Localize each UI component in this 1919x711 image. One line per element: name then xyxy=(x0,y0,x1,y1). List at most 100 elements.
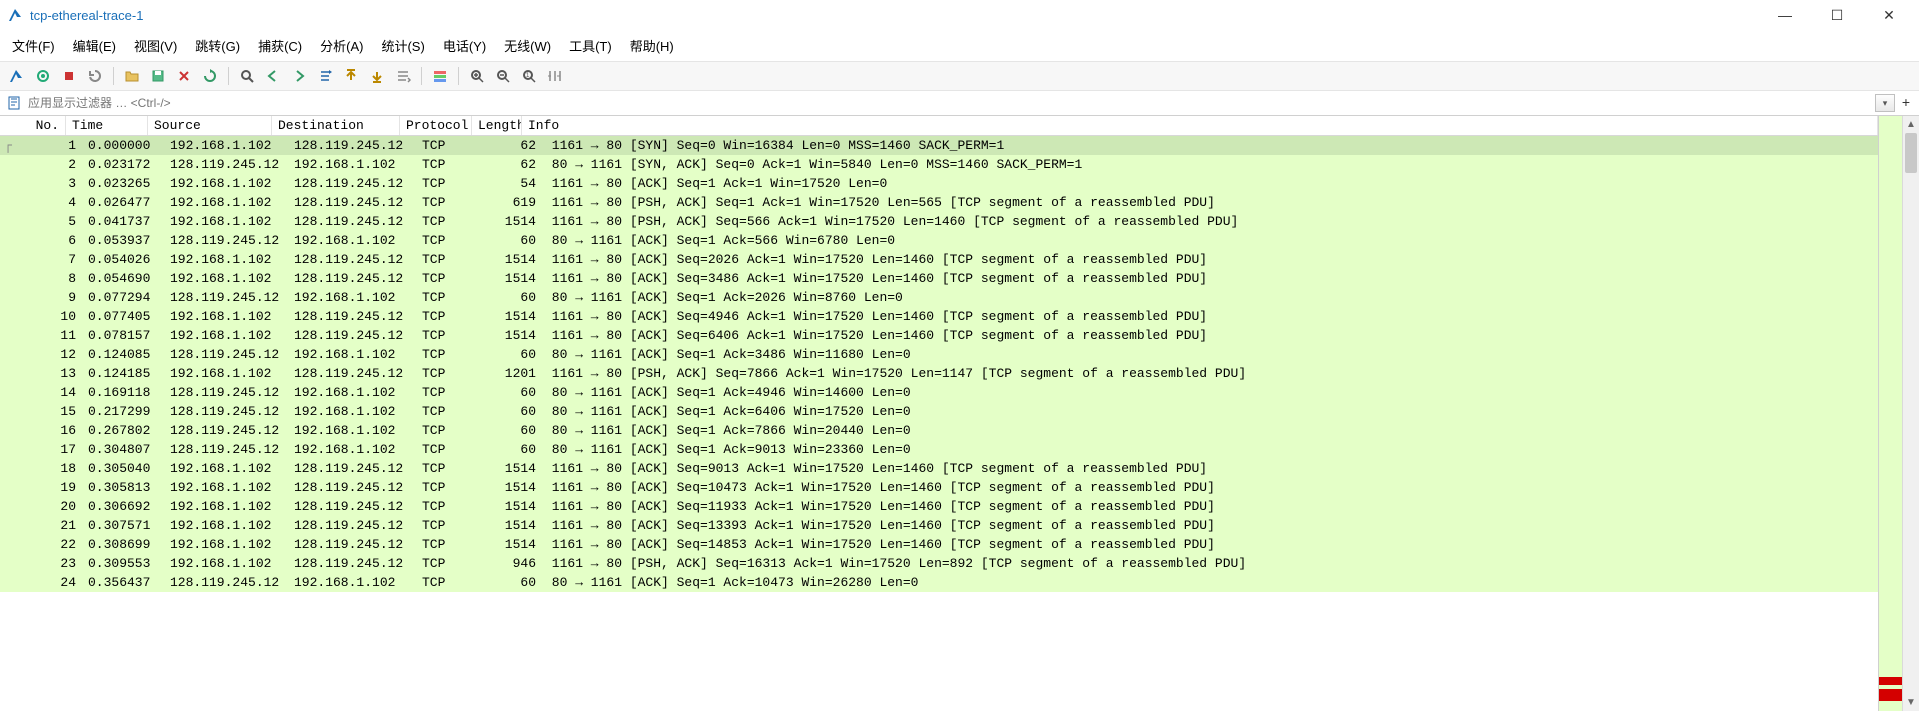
menu-go[interactable]: 跳转(G) xyxy=(191,34,244,57)
cell-time: 0.309553 xyxy=(82,555,164,572)
header-destination[interactable]: Destination xyxy=(272,116,400,135)
go-back-icon[interactable] xyxy=(262,65,284,87)
header-info[interactable]: Info xyxy=(522,116,1878,135)
cell-source: 192.168.1.102 xyxy=(164,137,288,154)
menu-bar: 文件(F) 编辑(E) 视图(V) 跳转(G) 捕获(C) 分析(A) 统计(S… xyxy=(0,30,1919,61)
packet-row[interactable]: ┌10.000000192.168.1.102128.119.245.12TCP… xyxy=(0,136,1878,155)
packet-rows[interactable]: ┌10.000000192.168.1.102128.119.245.12TCP… xyxy=(0,136,1878,711)
packet-row[interactable]: 160.267802128.119.245.12192.168.1.102TCP… xyxy=(0,421,1878,440)
reload-icon[interactable] xyxy=(199,65,221,87)
go-first-icon[interactable] xyxy=(340,65,362,87)
packet-list-pane: No. Time Source Destination Protocol Len… xyxy=(0,116,1919,711)
column-headers[interactable]: No. Time Source Destination Protocol Len… xyxy=(0,116,1878,136)
resize-columns-icon[interactable] xyxy=(544,65,566,87)
cell-protocol: TCP xyxy=(416,441,488,458)
bookmark-filter-icon[interactable] xyxy=(4,93,24,113)
zoom-in-icon[interactable] xyxy=(466,65,488,87)
display-filter-input[interactable] xyxy=(24,94,1875,112)
packet-row[interactable]: 30.023265192.168.1.102128.119.245.12TCP5… xyxy=(0,174,1878,193)
menu-tools[interactable]: 工具(T) xyxy=(565,34,616,57)
tree-mark-icon: ┌ xyxy=(0,138,16,153)
cell-length: 1514 xyxy=(488,327,538,344)
save-icon[interactable] xyxy=(147,65,169,87)
find-icon[interactable] xyxy=(236,65,258,87)
cell-source: 192.168.1.102 xyxy=(164,479,288,496)
zoom-out-icon[interactable] xyxy=(492,65,514,87)
packet-row[interactable]: 190.305813192.168.1.102128.119.245.12TCP… xyxy=(0,478,1878,497)
packet-row[interactable]: 240.356437128.119.245.12192.168.1.102TCP… xyxy=(0,573,1878,592)
scroll-thumb[interactable] xyxy=(1905,133,1917,173)
header-length[interactable]: Length xyxy=(472,116,522,135)
packet-row[interactable]: 140.169118128.119.245.12192.168.1.102TCP… xyxy=(0,383,1878,402)
packet-row[interactable]: 180.305040192.168.1.102128.119.245.12TCP… xyxy=(0,459,1878,478)
tree-mark-icon xyxy=(0,176,16,191)
vertical-scrollbar[interactable]: ▲ ▼ xyxy=(1902,116,1919,711)
packet-row[interactable]: 200.306692192.168.1.102128.119.245.12TCP… xyxy=(0,497,1878,516)
maximize-button[interactable]: ☐ xyxy=(1823,7,1851,24)
packet-row[interactable]: 80.054690192.168.1.102128.119.245.12TCP1… xyxy=(0,269,1878,288)
menu-help[interactable]: 帮助(H) xyxy=(626,34,678,57)
capture-options-icon[interactable] xyxy=(32,65,54,87)
menu-wireless[interactable]: 无线(W) xyxy=(500,34,555,57)
close-button[interactable]: ✕ xyxy=(1875,7,1903,24)
zoom-reset-icon[interactable]: 1 xyxy=(518,65,540,87)
cell-info: 80 → 1161 [ACK] Seq=1 Ack=566 Win=6780 L… xyxy=(538,232,1878,249)
scroll-up-icon[interactable]: ▲ xyxy=(1903,116,1919,133)
menu-edit[interactable]: 编辑(E) xyxy=(69,34,120,57)
cell-length: 1514 xyxy=(488,536,538,553)
cell-info: 1161 → 80 [SYN] Seq=0 Win=16384 Len=0 MS… xyxy=(538,137,1878,154)
restart-capture-icon[interactable] xyxy=(84,65,106,87)
cell-length: 619 xyxy=(488,194,538,211)
packet-row[interactable]: 120.124085128.119.245.12192.168.1.102TCP… xyxy=(0,345,1878,364)
cell-time: 0.305040 xyxy=(82,460,164,477)
cell-length: 1514 xyxy=(488,308,538,325)
cell-destination: 192.168.1.102 xyxy=(288,346,416,363)
tree-mark-icon xyxy=(0,271,16,286)
tree-mark-icon xyxy=(0,328,16,343)
close-file-icon[interactable] xyxy=(173,65,195,87)
packet-row[interactable]: 40.026477192.168.1.102128.119.245.12TCP6… xyxy=(0,193,1878,212)
packet-row[interactable]: 130.124185192.168.1.102128.119.245.12TCP… xyxy=(0,364,1878,383)
packet-row[interactable]: 20.023172128.119.245.12192.168.1.102TCP6… xyxy=(0,155,1878,174)
go-forward-icon[interactable] xyxy=(288,65,310,87)
menu-telephony[interactable]: 电话(Y) xyxy=(439,34,490,57)
add-filter-button[interactable]: + xyxy=(1897,94,1915,112)
tree-mark-icon xyxy=(0,537,16,552)
toolbar-separator xyxy=(421,67,422,85)
header-source[interactable]: Source xyxy=(148,116,272,135)
menu-capture[interactable]: 捕获(C) xyxy=(254,34,306,57)
packet-row[interactable]: 90.077294128.119.245.12192.168.1.102TCP6… xyxy=(0,288,1878,307)
cell-info: 1161 → 80 [ACK] Seq=1 Ack=1 Win=17520 Le… xyxy=(538,175,1878,192)
packet-row[interactable]: 210.307571192.168.1.102128.119.245.12TCP… xyxy=(0,516,1878,535)
start-capture-icon[interactable] xyxy=(58,65,80,87)
colorize-icon[interactable] xyxy=(429,65,451,87)
menu-view[interactable]: 视图(V) xyxy=(130,34,181,57)
packet-row[interactable]: 110.078157192.168.1.102128.119.245.12TCP… xyxy=(0,326,1878,345)
app-fin-icon[interactable] xyxy=(6,65,28,87)
menu-stats[interactable]: 统计(S) xyxy=(377,34,428,57)
tree-mark-icon xyxy=(0,290,16,305)
cell-source: 192.168.1.102 xyxy=(164,536,288,553)
autoscroll-icon[interactable] xyxy=(392,65,414,87)
tree-mark-icon xyxy=(0,556,16,571)
packet-row[interactable]: 100.077405192.168.1.102128.119.245.12TCP… xyxy=(0,307,1878,326)
open-file-icon[interactable] xyxy=(121,65,143,87)
packet-minimap[interactable] xyxy=(1878,116,1902,711)
header-protocol[interactable]: Protocol xyxy=(400,116,472,135)
tree-mark-icon xyxy=(0,442,16,457)
packet-row[interactable]: 220.308699192.168.1.102128.119.245.12TCP… xyxy=(0,535,1878,554)
jump-to-icon[interactable] xyxy=(314,65,336,87)
packet-row[interactable]: 150.217299128.119.245.12192.168.1.102TCP… xyxy=(0,402,1878,421)
filter-dropdown-icon[interactable]: ▾ xyxy=(1875,94,1895,112)
packet-row[interactable]: 50.041737192.168.1.102128.119.245.12TCP1… xyxy=(0,212,1878,231)
go-last-icon[interactable] xyxy=(366,65,388,87)
header-no[interactable]: No. xyxy=(0,116,66,135)
menu-file[interactable]: 文件(F) xyxy=(8,34,59,57)
menu-analyze[interactable]: 分析(A) xyxy=(316,34,367,57)
packet-row[interactable]: 70.054026192.168.1.102128.119.245.12TCP1… xyxy=(0,250,1878,269)
header-time[interactable]: Time xyxy=(66,116,148,135)
packet-row[interactable]: 170.304807128.119.245.12192.168.1.102TCP… xyxy=(0,440,1878,459)
packet-row[interactable]: 60.053937128.119.245.12192.168.1.102TCP6… xyxy=(0,231,1878,250)
packet-row[interactable]: 230.309553192.168.1.102128.119.245.12TCP… xyxy=(0,554,1878,573)
minimize-button[interactable]: — xyxy=(1771,7,1799,24)
